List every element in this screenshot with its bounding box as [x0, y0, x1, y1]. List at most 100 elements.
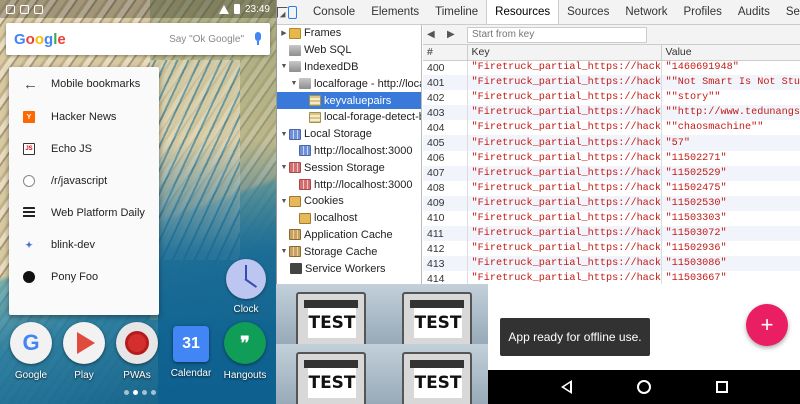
tree-item-local-forage-detect-blob-support[interactable]: local-forage-detect-blob-support [277, 109, 421, 126]
pwas-app[interactable]: PWAs [109, 322, 165, 381]
table-row[interactable]: 407 "Firetruck_partial_https://hack "11502… [423, 165, 800, 181]
photo-notification-icon [20, 4, 29, 14]
app-label: Play [74, 370, 94, 381]
tab-profiles[interactable]: Profiles [676, 0, 730, 24]
bookmark-blink-dev[interactable]: ✦ blink-dev [9, 229, 159, 261]
inspect-element-button[interactable] [277, 0, 288, 24]
column-header-key[interactable]: Key [467, 45, 662, 61]
disclosure-triangle-icon[interactable]: ▼ [289, 80, 299, 87]
tab-audits[interactable]: Audits [730, 0, 778, 24]
start-from-key-input[interactable] [467, 26, 647, 43]
google-app-icon: G [10, 322, 52, 364]
mic-icon[interactable] [254, 32, 262, 46]
tree-item-localhost[interactable]: localhost [277, 210, 421, 227]
tree-item-indexeddb[interactable]: ▼ IndexedDB [277, 59, 421, 76]
bookmark-echo-js[interactable]: JS Echo JS [9, 133, 159, 165]
grid-blue-icon [299, 145, 311, 157]
tree-item-keyvaluepairs[interactable]: keyvaluepairs [277, 92, 421, 109]
resources-tree: ▶ Frames Web SQL ▼ IndexedDB ▼ localforage - h… [277, 25, 422, 284]
table-row[interactable]: 405 "Firetruck_partial_https://hack "57" [423, 135, 800, 151]
tree-item-service-workers[interactable]: Service Workers [277, 260, 421, 277]
google-search-bar[interactable]: Google Say "Ok Google" [6, 23, 270, 55]
tab-security[interactable]: Security [778, 0, 800, 24]
calendar-app[interactable]: 31 Calendar [163, 322, 219, 379]
table-row[interactable]: 410 "Firetruck_partial_https://hack "11503… [423, 210, 800, 227]
clock-hour-hand [245, 265, 247, 279]
android-home-screen: 23:49 Google Say "Ok Google" ← Mobile bo… [0, 0, 276, 404]
tree-item-local-storage[interactable]: ▼ Local Storage [277, 126, 421, 143]
table-row[interactable]: 401 "Firetruck_partial_https://hack ""Not … [423, 75, 800, 91]
tab-elements[interactable]: Elements [363, 0, 427, 24]
table-row[interactable]: 412 "Firetruck_partial_https://hack "11502… [423, 241, 800, 257]
column-header-number[interactable]: # [423, 45, 468, 61]
tab-console[interactable]: Console [305, 0, 363, 24]
nav-back-icon[interactable] [560, 380, 572, 394]
android-app-screen: App ready for offline use. + [488, 284, 800, 370]
back-arrow-icon[interactable]: ← [23, 76, 51, 93]
table-icon [309, 95, 321, 107]
bookmark-r-javascript[interactable]: /r/javascript [9, 165, 159, 197]
tree-item-application-cache[interactable]: Application Cache [277, 227, 421, 244]
row-value: ""Not Smart Is Not Stup [661, 75, 800, 91]
tree-item-web-sql[interactable]: Web SQL [277, 42, 421, 59]
bookmarks-header[interactable]: ← Mobile bookmarks [9, 67, 159, 101]
row-value: "11503086" [661, 256, 800, 272]
row-value: ""http://www.tedunangst [661, 105, 800, 121]
row-key: "Firetruck_partial_https://hack [467, 120, 662, 136]
tree-item-frames[interactable]: ▶ Frames [277, 25, 421, 42]
printer-illustration: TEST [402, 352, 472, 404]
tree-item-session-storage[interactable]: ▼ Session Storage [277, 159, 421, 176]
row-value: "11502530" [661, 195, 800, 211]
disclosure-triangle-icon[interactable]: ▼ [279, 198, 289, 205]
row-key: "Firetruck_partial_https://hack [467, 90, 662, 106]
disclosure-triangle-icon[interactable]: ▼ [279, 63, 289, 70]
tree-item-label: Cookies [304, 195, 344, 208]
google-app[interactable]: G Google [3, 322, 59, 381]
tree-item-cookies[interactable]: ▼ Cookies [277, 193, 421, 210]
device-mode-button[interactable] [288, 0, 297, 24]
next-page-icon[interactable]: ▶ [447, 29, 457, 40]
table-row[interactable]: 404 "Firetruck_partial_https://hack ""chao… [423, 120, 800, 136]
app-label: PWAs [123, 370, 151, 381]
tree-item-localforage-http-localhost-3000[interactable]: ▼ localforage - http://localhost:3000 [277, 75, 421, 92]
table-row[interactable]: 414 "Firetruck_partial_https://hack "11503… [423, 271, 800, 284]
previous-page-icon[interactable]: ◀ [427, 29, 437, 40]
tree-item-storage-cache[interactable]: ▼ Storage Cache [277, 243, 421, 260]
test-image-tile: TEST [382, 284, 488, 344]
table-row[interactable]: 406 "Firetruck_partial_https://hack "11502… [423, 150, 800, 166]
tab-resources[interactable]: Resources [486, 0, 560, 24]
tab-timeline[interactable]: Timeline [427, 0, 486, 24]
disclosure-triangle-icon[interactable]: ▼ [279, 164, 289, 171]
play-app[interactable]: Play [56, 322, 112, 381]
bookmark-hacker-news[interactable]: Y Hacker News [9, 101, 159, 133]
table-row[interactable]: 408 "Firetruck_partial_https://hack "11502… [423, 180, 800, 196]
bookmark-pony-foo[interactable]: Pony Foo [9, 261, 159, 293]
table-row[interactable]: 413 "Firetruck_partial_https://hack "11503… [423, 256, 800, 272]
disclosure-triangle-icon[interactable]: ▶ [279, 29, 289, 37]
app-label: Calendar [170, 368, 212, 379]
table-row[interactable]: 411 "Firetruck_partial_https://hack "11503… [423, 226, 800, 242]
tab-sources[interactable]: Sources [559, 0, 617, 24]
tree-item-http-localhost-3000[interactable]: http://localhost:3000 [277, 143, 421, 160]
row-key: "Firetruck_partial_https://hack [467, 210, 662, 227]
table-row[interactable]: 402 "Firetruck_partial_https://hack ""stor… [423, 90, 800, 106]
nav-home-icon[interactable] [636, 380, 651, 394]
bookmark-web-platform-daily[interactable]: Web Platform Daily [9, 197, 159, 229]
add-fab-button[interactable]: + [746, 304, 788, 346]
disclosure-triangle-icon[interactable]: ▼ [279, 131, 289, 138]
hangouts-app[interactable]: ❞ Hangouts [217, 322, 273, 381]
table-row[interactable]: 400 "Firetruck_partial_https://hack "14606… [423, 60, 800, 76]
nav-recents-icon[interactable] [715, 381, 728, 393]
row-number: 401 [423, 75, 468, 91]
column-header-value[interactable]: Value [661, 45, 800, 61]
test-paper-label: TEST [414, 368, 462, 398]
table-row[interactable]: 403 "Firetruck_partial_https://hack ""http… [423, 105, 800, 121]
tree-item-http-localhost-3000[interactable]: http://localhost:3000 [277, 176, 421, 193]
test-image-tile: TEST [276, 284, 382, 344]
disclosure-triangle-icon[interactable]: ▼ [279, 248, 289, 255]
table-row[interactable]: 409 "Firetruck_partial_https://hack "11502… [423, 195, 800, 211]
clock-app-icon[interactable] [226, 259, 266, 299]
app-icon [289, 229, 301, 241]
gear-icon [290, 263, 302, 275]
tab-network[interactable]: Network [617, 0, 675, 24]
